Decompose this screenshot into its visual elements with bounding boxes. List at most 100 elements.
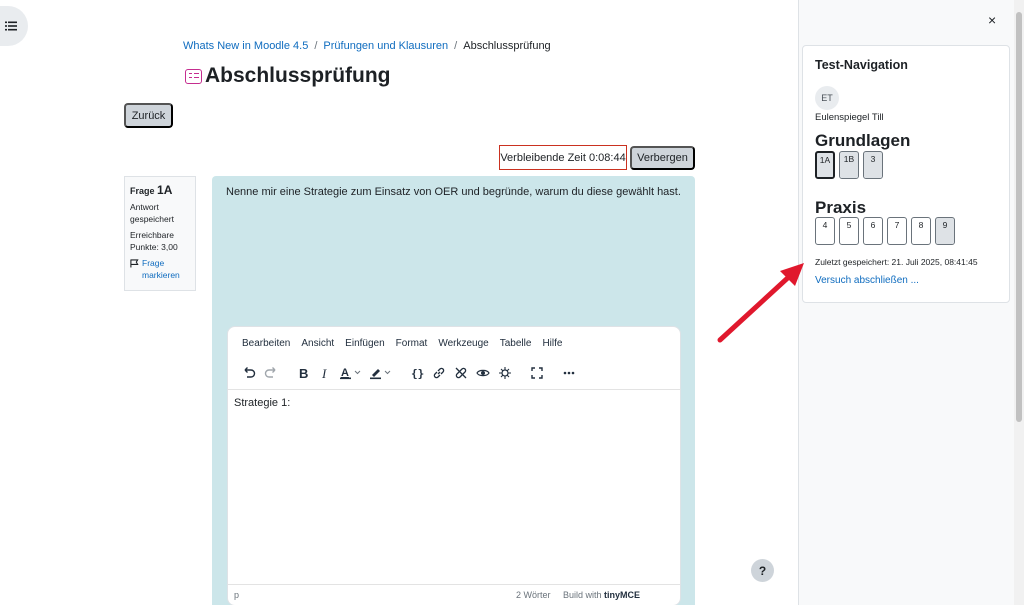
question-status: Antwort gespeichert	[130, 202, 174, 224]
quiz-navigation-drawer: × Test-Navigation ET Eulenspiegel Till G…	[798, 0, 1014, 605]
question-number-value: 1A	[157, 183, 173, 197]
menu-edit[interactable]: Bearbeiten	[242, 338, 290, 349]
menu-insert[interactable]: Einfügen	[345, 338, 384, 349]
question-button-8[interactable]: 8	[911, 217, 931, 245]
preview-button[interactable]	[472, 362, 494, 384]
question-button-label: 9	[942, 220, 948, 230]
question-buttons-praxis: 4 5 6 7 8 9	[815, 217, 955, 245]
page-header: Abschlussprüfung	[185, 64, 391, 88]
question-button-label: 7	[894, 220, 900, 230]
question-button-label: 5	[846, 220, 852, 230]
question-button-3[interactable]: 3	[863, 151, 883, 179]
flag-icon	[130, 259, 139, 268]
element-path[interactable]: p	[234, 590, 239, 600]
question-button-label: 8	[918, 220, 924, 230]
redo-button[interactable]	[260, 362, 282, 384]
italic-icon: I	[321, 366, 327, 380]
question-button-1a[interactable]: 1A	[815, 151, 835, 179]
question-points: Erreichbare Punkte: 3,00	[130, 230, 178, 252]
avatar: ET	[815, 86, 839, 110]
question-info: Frage 1A Antwort gespeichert Erreichbare…	[124, 176, 196, 291]
undo-button[interactable]	[238, 362, 260, 384]
flag-question-link[interactable]: Frage markieren	[130, 258, 190, 281]
bold-icon: B	[299, 366, 308, 380]
accessibility-icon	[499, 367, 511, 379]
more-button[interactable]	[558, 362, 580, 384]
question-button-label: 3	[870, 154, 876, 164]
italic-button[interactable]: I	[314, 362, 336, 384]
fullscreen-button[interactable]	[526, 362, 548, 384]
text-color-button[interactable]: A	[336, 362, 366, 384]
svg-text:A: A	[341, 367, 349, 379]
undo-icon	[244, 367, 256, 378]
question-button-9[interactable]: 9	[935, 217, 955, 245]
flag-question-label: Frage markieren	[142, 258, 180, 280]
question-number: Frage 1A	[130, 182, 190, 198]
accessibility-checker-button[interactable]	[494, 362, 516, 384]
text-color-icon: A	[340, 367, 361, 380]
rich-text-editor: Bearbeiten Ansicht Einfügen Format Werkz…	[227, 326, 681, 605]
svg-text:B: B	[299, 366, 308, 380]
close-drawer-button[interactable]: ×	[988, 12, 996, 28]
hide-timer-button[interactable]: Verbergen	[630, 146, 695, 170]
fullscreen-icon	[531, 367, 543, 379]
question-button-5[interactable]: 5	[839, 217, 859, 245]
svg-text:{}: {}	[411, 367, 424, 380]
question-button-6[interactable]: 6	[863, 217, 883, 245]
highlighter-icon	[370, 369, 391, 380]
time-remaining: Verbleibende Zeit 0:08:44	[499, 145, 627, 170]
scrollbar-thumb[interactable]	[1016, 12, 1022, 422]
question-button-label: 1A	[819, 155, 831, 165]
breadcrumb-section-link[interactable]: Prüfungen und Klausuren	[323, 40, 448, 52]
code-button[interactable]: {}	[406, 362, 428, 384]
editor-toolbar: B I A {}	[238, 362, 580, 384]
svg-text:I: I	[321, 366, 327, 380]
unlink-icon	[455, 367, 467, 379]
highlight-color-button[interactable]	[366, 362, 396, 384]
quiz-navigation-title: Test-Navigation	[815, 58, 908, 72]
question-button-4[interactable]: 4	[815, 217, 835, 245]
question-button-label: 1B	[843, 154, 855, 164]
word-count[interactable]: 2 Wörter	[516, 590, 551, 600]
breadcrumb-separator: /	[314, 40, 318, 52]
eye-icon	[476, 369, 490, 377]
question-button-7[interactable]: 7	[887, 217, 907, 245]
back-button[interactable]: Zurück	[124, 103, 173, 128]
editor-statusbar: p 2 Wörter Build with tinyMCE	[228, 584, 680, 605]
finish-attempt-link[interactable]: Versuch abschließen ...	[815, 275, 919, 286]
editor-content-area[interactable]: Strategie 1:	[234, 397, 290, 409]
menu-tools[interactable]: Werkzeuge	[438, 338, 488, 349]
help-button[interactable]: ?	[751, 559, 774, 582]
tinymce-brand: tinyMCE	[604, 590, 641, 600]
course-index-toggle[interactable]	[0, 6, 28, 46]
question-button-label: 4	[822, 220, 828, 230]
annotation-arrow	[717, 263, 804, 343]
quiz-attempt-page: Whats New in Moodle 4.5 / Prüfungen und …	[0, 0, 1024, 605]
question-buttons-grundlagen: 1A 1B 3	[815, 151, 883, 179]
tinymce-branding[interactable]: Build with tinyMCE	[563, 590, 640, 600]
quiz-icon	[185, 68, 202, 84]
more-icon	[563, 371, 575, 375]
breadcrumb-course-link[interactable]: Whats New in Moodle 4.5	[183, 40, 308, 52]
menu-format[interactable]: Format	[396, 338, 428, 349]
user-name: Eulenspiegel Till	[815, 112, 884, 123]
question-text: Nenne mir eine Strategie zum Einsatz von…	[226, 186, 681, 198]
menu-help[interactable]: Hilfe	[542, 338, 562, 349]
list-icon	[5, 21, 17, 31]
section-title-grundlagen: Grundlagen	[815, 131, 911, 150]
bold-button[interactable]: B	[292, 362, 314, 384]
page-title: Abschlussprüfung	[205, 64, 391, 87]
last-saved-info: Zuletzt gespeichert: 21. Juli 2025, 08:4…	[815, 257, 978, 267]
menu-view[interactable]: Ansicht	[301, 338, 334, 349]
breadcrumb: Whats New in Moodle 4.5 / Prüfungen und …	[183, 40, 551, 52]
unlink-button[interactable]	[450, 362, 472, 384]
editor-divider	[228, 389, 680, 390]
question-button-1b[interactable]: 1B	[839, 151, 859, 179]
link-button[interactable]	[428, 362, 450, 384]
question-button-label: 6	[870, 220, 876, 230]
menu-table[interactable]: Tabelle	[500, 338, 532, 349]
redo-icon	[264, 367, 276, 378]
editor-menubar: Bearbeiten Ansicht Einfügen Format Werkz…	[242, 338, 562, 349]
link-icon	[433, 367, 445, 379]
build-prefix: Build with	[563, 590, 602, 600]
